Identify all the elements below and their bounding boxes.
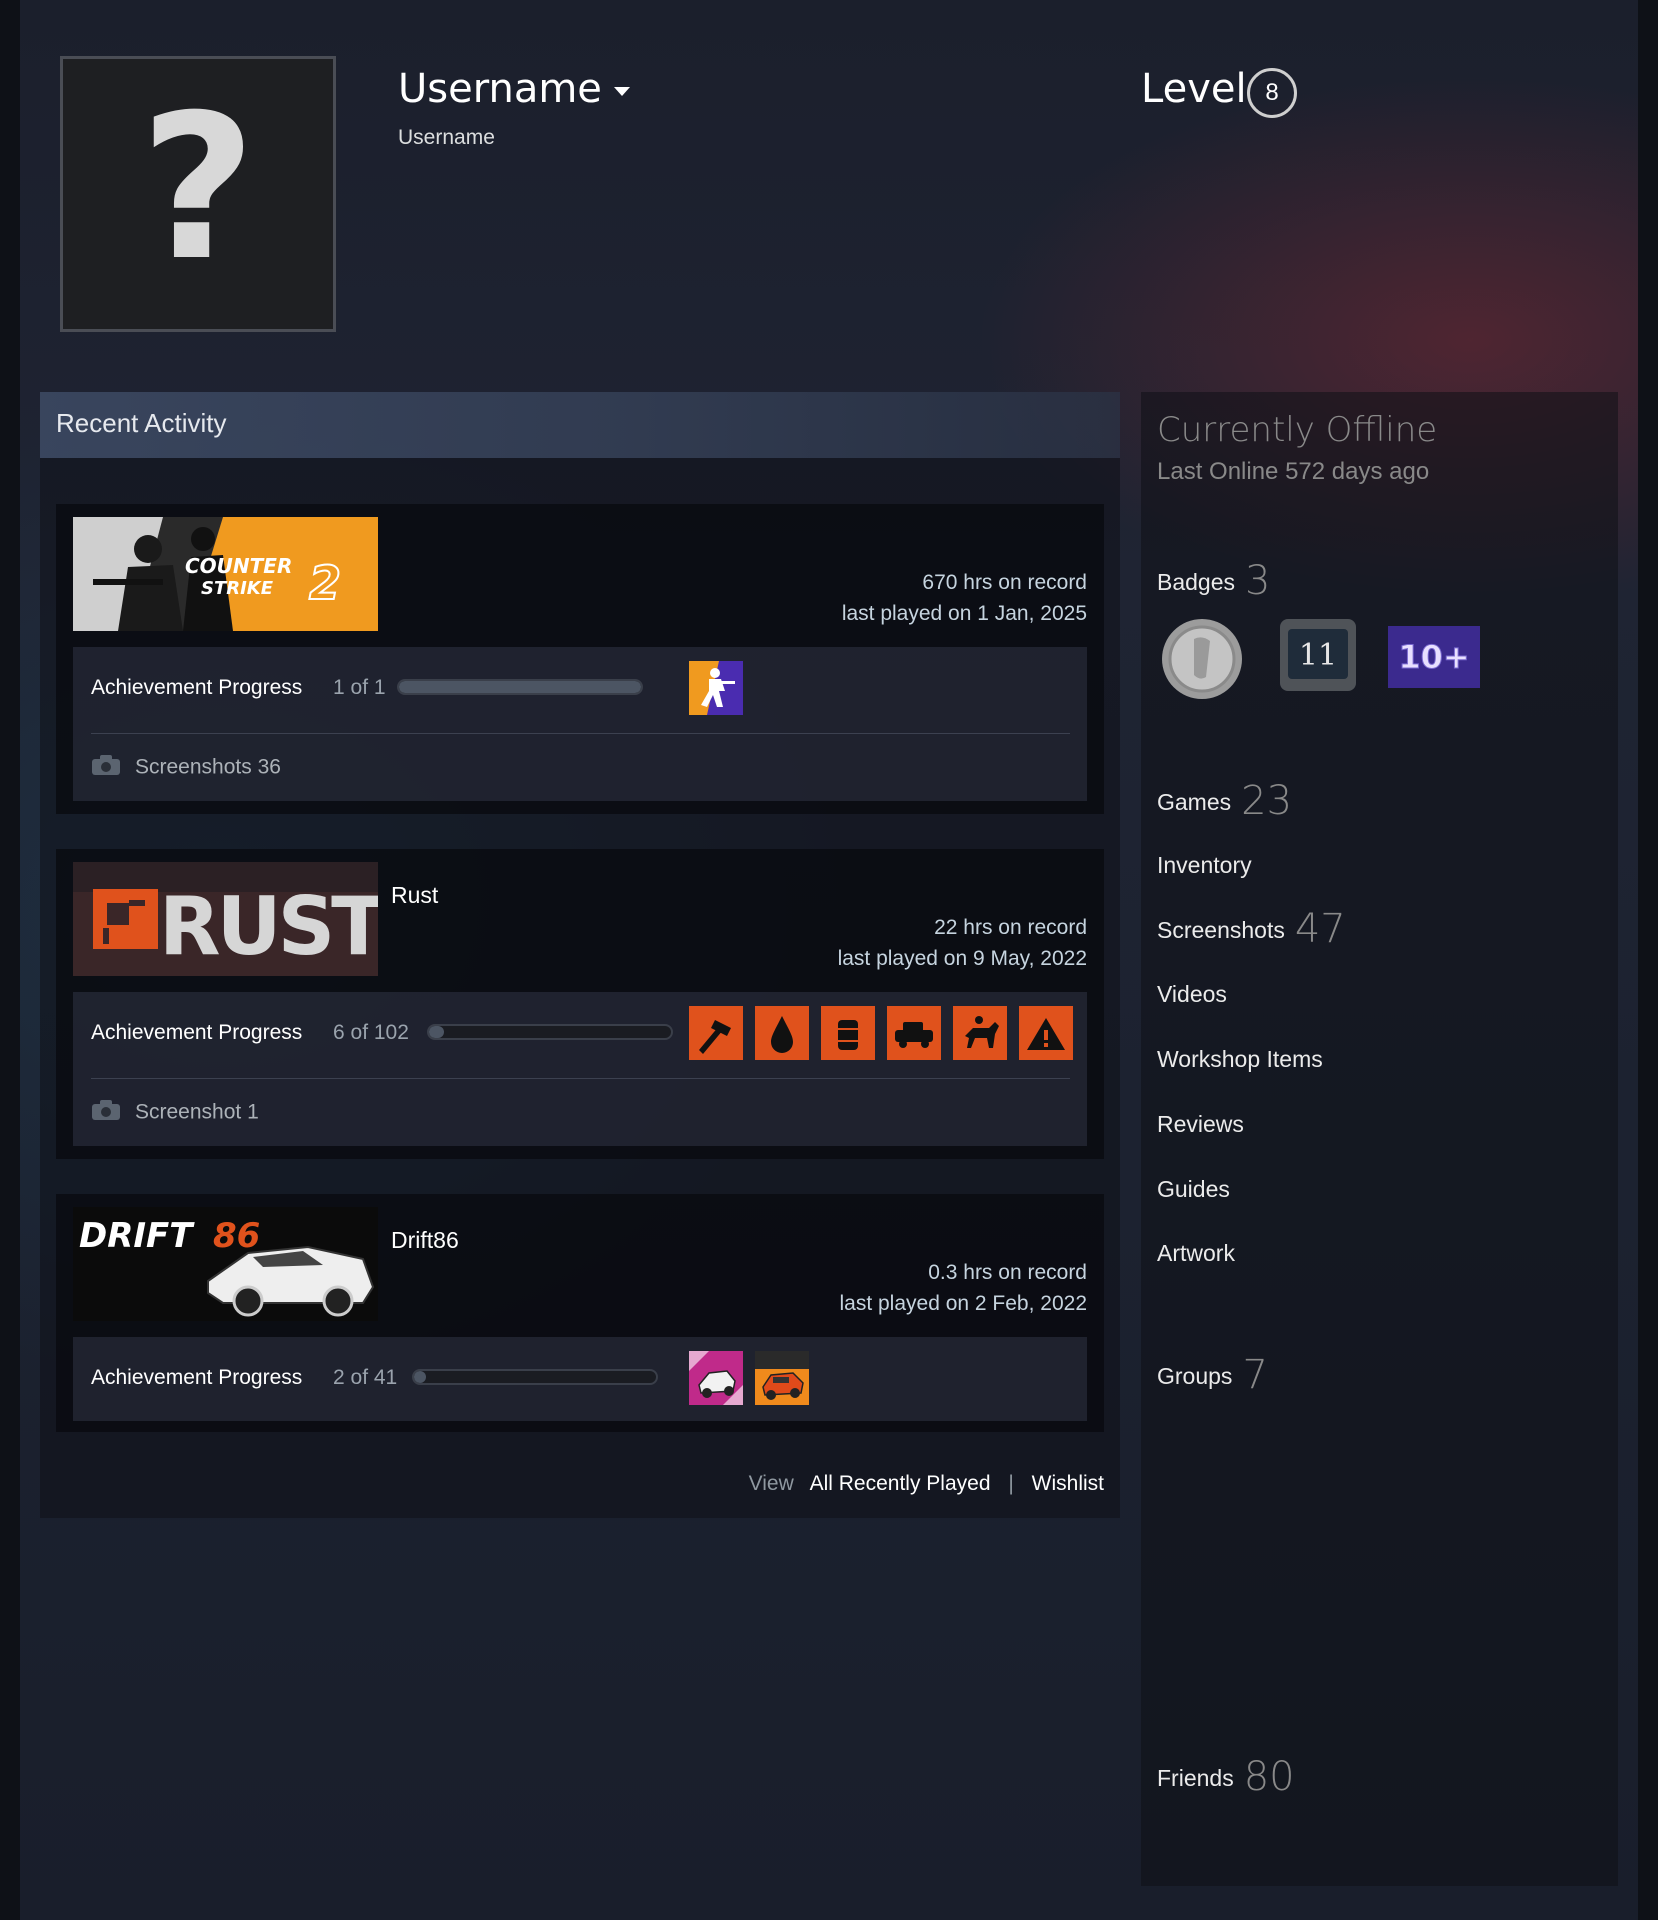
cs2-capsule-line1: COUNTER <box>185 554 292 578</box>
workshop-items-link[interactable]: Workshop Items <box>1157 1046 1323 1073</box>
rust-capsule-text: RUST <box>159 880 378 973</box>
screenshots-label: Screenshots <box>1157 917 1285 943</box>
screenshots-count: Screenshot 1 <box>135 1100 259 1124</box>
games-label: Games <box>1157 789 1232 815</box>
badges-label: Badges <box>1157 569 1236 595</box>
drift-capsule-text-b: 86 <box>213 1216 260 1256</box>
groups-count: 7 <box>1242 1352 1268 1398</box>
achievement-icon-drop[interactable] <box>755 1006 809 1060</box>
game-hours: 670 hrs on record <box>922 571 1087 594</box>
camera-icon <box>91 754 121 782</box>
screenshots-count: Screenshots 36 <box>135 755 281 779</box>
badge-3-text: 10+ <box>1398 638 1469 676</box>
screenshots-link-cs2[interactable]: Screenshots 36 <box>91 754 281 782</box>
games-count: 23 <box>1241 778 1293 824</box>
level-badge[interactable]: 8 <box>1247 68 1297 118</box>
achievement-icon-warning[interactable] <box>1019 1006 1073 1060</box>
level-value: 8 <box>1265 79 1279 106</box>
cs2-capsule-number: 2 <box>309 556 341 610</box>
achievement-icon-vehicle[interactable] <box>887 1006 941 1060</box>
artwork-link[interactable]: Artwork <box>1157 1240 1235 1267</box>
achievement-label[interactable]: Achievement Progress <box>91 676 302 700</box>
ten-plus-badge-icon: 10+ <box>1388 626 1480 688</box>
reviews-link[interactable]: Reviews <box>1157 1111 1244 1138</box>
achievement-label[interactable]: Achievement Progress <box>91 1021 302 1045</box>
videos-link[interactable]: Videos <box>1157 981 1227 1008</box>
inventory-link[interactable]: Inventory <box>1157 852 1252 879</box>
game-last-played: last played on 2 Feb, 2022 <box>839 1292 1087 1315</box>
game-capsule-rust[interactable]: RUST <box>73 862 378 976</box>
friends-count: 80 <box>1243 1754 1295 1800</box>
badges-link[interactable]: Badges 3 <box>1157 558 1270 604</box>
friends-link[interactable]: Friends 80 <box>1157 1754 1295 1800</box>
recent-activity-footer: View All Recently Played | Wishlist <box>749 1472 1104 1496</box>
achievement-progress-bar <box>412 1369 658 1385</box>
wishlist-link[interactable]: Wishlist <box>1032 1472 1104 1495</box>
camera-icon <box>91 1099 121 1127</box>
coin-badge-icon <box>1162 619 1242 699</box>
last-online: Last Online 572 days ago <box>1157 458 1430 485</box>
guides-link[interactable]: Guides <box>1157 1176 1230 1203</box>
shield-badge-icon: 11 <box>1280 619 1356 691</box>
all-recently-played-link[interactable]: All Recently Played <box>810 1472 991 1495</box>
badge-10-plus[interactable]: 10+ <box>1388 626 1480 688</box>
drift-capsule-text-a: DRIFT <box>79 1216 195 1256</box>
achievement-label[interactable]: Achievement Progress <box>91 1366 302 1390</box>
games-link[interactable]: Games 23 <box>1157 778 1292 824</box>
groups-link[interactable]: Groups 7 <box>1157 1352 1268 1398</box>
screenshots-link[interactable]: Screenshots 47 <box>1157 906 1346 952</box>
avatar[interactable]: ? <box>60 56 336 332</box>
achievement-count: 2 of 41 <box>333 1366 398 1389</box>
achievement-icon-car-white[interactable] <box>689 1351 743 1405</box>
game-last-played: last played on 9 May, 2022 <box>837 947 1087 970</box>
achievement-progress-fill <box>414 1371 427 1383</box>
persona-real-name: Username <box>398 126 495 149</box>
game-name[interactable]: Drift86 <box>391 1227 459 1254</box>
achievement-icon-car-orange[interactable] <box>755 1351 809 1405</box>
badges-count: 3 <box>1245 558 1271 604</box>
achievement-progress-fill <box>429 1026 444 1038</box>
persona-name[interactable]: Username <box>398 66 630 112</box>
game-last-played: last played on 1 Jan, 2025 <box>841 602 1087 625</box>
game-hours: 22 hrs on record <box>934 916 1087 939</box>
achievement-count: 1 of 1 <box>333 676 386 699</box>
achievement-progress-bar <box>427 1024 673 1040</box>
achievement-icon-horse[interactable] <box>953 1006 1007 1060</box>
screenshots-link-rust[interactable]: Screenshot 1 <box>91 1099 259 1127</box>
cs2-capsule-line2: STRIKE <box>201 578 274 599</box>
footer-separator: | <box>1008 1472 1014 1495</box>
achievement-progress-bar <box>397 679 643 695</box>
avatar-placeholder-icon: ? <box>139 72 256 305</box>
badge-years-of-service[interactable] <box>1160 617 1244 701</box>
groups-label: Groups <box>1157 1363 1233 1389</box>
view-label: View <box>748 1472 794 1495</box>
game-hours: 0.3 hrs on record <box>928 1261 1087 1284</box>
badge-game-collector[interactable]: 11 <box>1278 617 1358 693</box>
level-label: Level <box>1141 66 1247 112</box>
game-capsule-drift86[interactable]: DRIFT 86 <box>73 1207 378 1321</box>
achievement-icon-barrel[interactable] <box>821 1006 875 1060</box>
achievement-progress-fill <box>399 681 641 693</box>
achievement-divider <box>91 1078 1070 1079</box>
game-name[interactable]: Rust <box>391 882 438 909</box>
persona-name-text: Username <box>398 66 602 112</box>
achievement-count: 6 of 102 <box>333 1021 409 1044</box>
recent-activity-title: Recent Activity <box>56 408 227 438</box>
game-capsule-cs2[interactable]: COUNTER STRIKE 2 <box>73 517 378 631</box>
achievement-icon-hammer[interactable] <box>689 1006 743 1060</box>
achievement-icon-cs-soldier[interactable] <box>689 661 743 715</box>
screenshots-count: 47 <box>1294 906 1346 952</box>
caret-down-icon[interactable] <box>613 86 630 96</box>
online-status: Currently Offline <box>1157 410 1438 450</box>
friends-label: Friends <box>1157 1765 1234 1791</box>
achievement-divider <box>91 733 1070 734</box>
badge-2-text: 11 <box>1299 638 1337 673</box>
